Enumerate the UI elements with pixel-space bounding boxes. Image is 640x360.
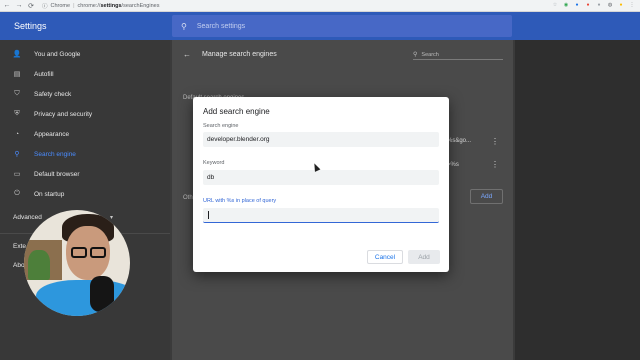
sidebar-item-search-engine[interactable]: ⚲ Search engine: [0, 146, 170, 162]
more-vert-icon[interactable]: ⋮: [491, 160, 499, 169]
autofill-icon: ▤: [13, 71, 21, 78]
sidebar-item-privacy[interactable]: ⛨ Privacy and security: [0, 106, 170, 122]
settings-search-placeholder: Search settings: [196, 22, 246, 30]
extension-icons: ☆ ◉ ● ● ● ◍ ● ⋮: [551, 1, 636, 9]
keyword-label: Keyword: [203, 160, 225, 166]
forward-icon[interactable]: →: [14, 1, 24, 11]
url-label: URL with %s in place of query: [203, 198, 277, 204]
palette-icon: ◔: [14, 130, 20, 138]
glasses-icon: [71, 247, 87, 258]
search-engines-search-placeholder: Search: [421, 51, 439, 58]
extension-icon[interactable]: ●: [584, 1, 592, 9]
settings-title: Settings: [14, 21, 47, 31]
url-prefix: chrome://: [77, 2, 101, 9]
search-engines-search-input[interactable]: ⚲ Search: [413, 50, 503, 60]
extension-icon[interactable]: ◍: [606, 1, 614, 9]
microphone-icon: [90, 276, 114, 312]
extension-icon[interactable]: ◉: [562, 1, 570, 9]
search-icon: ⚲: [181, 21, 187, 31]
glasses-icon: [90, 247, 106, 258]
power-icon: ⏻: [14, 190, 20, 197]
other-engines-heading: Oth: [183, 195, 193, 201]
webcam-plant: [28, 250, 50, 280]
url-field[interactable]: [203, 208, 439, 223]
search-engine-label: Search engine: [203, 123, 239, 129]
text-caret: [208, 211, 209, 219]
add-engine-button[interactable]: Add: [470, 189, 503, 204]
extension-icon[interactable]: ●: [595, 1, 603, 9]
webcam-shirt: [36, 280, 130, 316]
sidebar-item-label: On startup: [34, 190, 65, 198]
keyword-field[interactable]: db: [203, 170, 439, 185]
browser-toolbar: ← → ⟳ ⓘ Chrome | chrome://settings/searc…: [0, 0, 640, 12]
sidebar-item-safety-check[interactable]: ⛉ Safety check: [0, 86, 170, 102]
sidebar-item-label: Appearance: [34, 130, 70, 138]
address-separator: |: [73, 2, 75, 9]
sidebar-item-you-and-google[interactable]: 👤 You and Google: [0, 46, 170, 62]
shield-check-icon: ⛉: [14, 90, 20, 97]
sidebar-item-default-browser[interactable]: ▭ Default browser: [0, 166, 170, 182]
browser-icon: ▭: [13, 171, 21, 178]
back-icon[interactable]: ←: [2, 1, 12, 11]
search-engine-field[interactable]: developer.blender.org: [203, 132, 439, 147]
settings-search-input[interactable]: ⚲ Search settings: [172, 15, 512, 37]
more-vert-icon[interactable]: ⋮: [491, 137, 499, 146]
sidebar-item-label: Privacy and security: [34, 110, 93, 118]
add-button[interactable]: Add: [408, 250, 440, 264]
address-brand: Chrome: [50, 2, 71, 9]
page-title: Manage search engines: [202, 51, 277, 58]
search-icon: ⚲: [413, 52, 418, 58]
settings-header: Settings ⚲ Search settings: [0, 12, 640, 40]
url-host: settings: [100, 2, 122, 9]
sidebar-item-label: Default browser: [34, 170, 80, 178]
back-arrow-icon[interactable]: ←: [183, 50, 191, 59]
search-icon: ⚲: [14, 151, 20, 158]
extension-icon[interactable]: ⋮: [628, 1, 636, 9]
sidebar-item-label: You and Google: [34, 50, 81, 58]
extension-icon[interactable]: ☆: [551, 1, 559, 9]
right-gutter: [515, 40, 640, 360]
page-info-icon[interactable]: ⓘ: [42, 2, 48, 10]
extension-icon[interactable]: ●: [573, 1, 581, 9]
person-icon: 👤: [12, 51, 22, 58]
dialog-title: Add search engine: [203, 107, 270, 116]
engine-row-url: %s&go...: [447, 138, 472, 144]
sidebar-item-about[interactable]: Abo: [13, 262, 25, 269]
sidebar-item-label: Autofill: [34, 70, 54, 78]
sidebar-item-autofill[interactable]: ▤ Autofill: [0, 66, 170, 82]
sidebar-item-on-startup[interactable]: ⏻ On startup: [0, 186, 170, 202]
url-path: /searchEngines: [121, 2, 160, 9]
reload-icon[interactable]: ⟳: [26, 1, 36, 11]
shield-icon: ⛨: [14, 110, 20, 117]
sidebar-item-label: Search engine: [34, 150, 76, 158]
address-bar[interactable]: ⓘ Chrome | chrome://settings/searchEngin…: [42, 1, 159, 10]
webcam-overlay: [24, 210, 130, 316]
cancel-button[interactable]: Cancel: [367, 250, 403, 264]
extension-icon[interactable]: ●: [617, 1, 625, 9]
sidebar-item-appearance[interactable]: ◔ Appearance: [0, 126, 170, 142]
add-search-engine-dialog: Add search engine Search engine develope…: [193, 97, 449, 272]
sidebar-item-label: Safety check: [34, 90, 72, 98]
